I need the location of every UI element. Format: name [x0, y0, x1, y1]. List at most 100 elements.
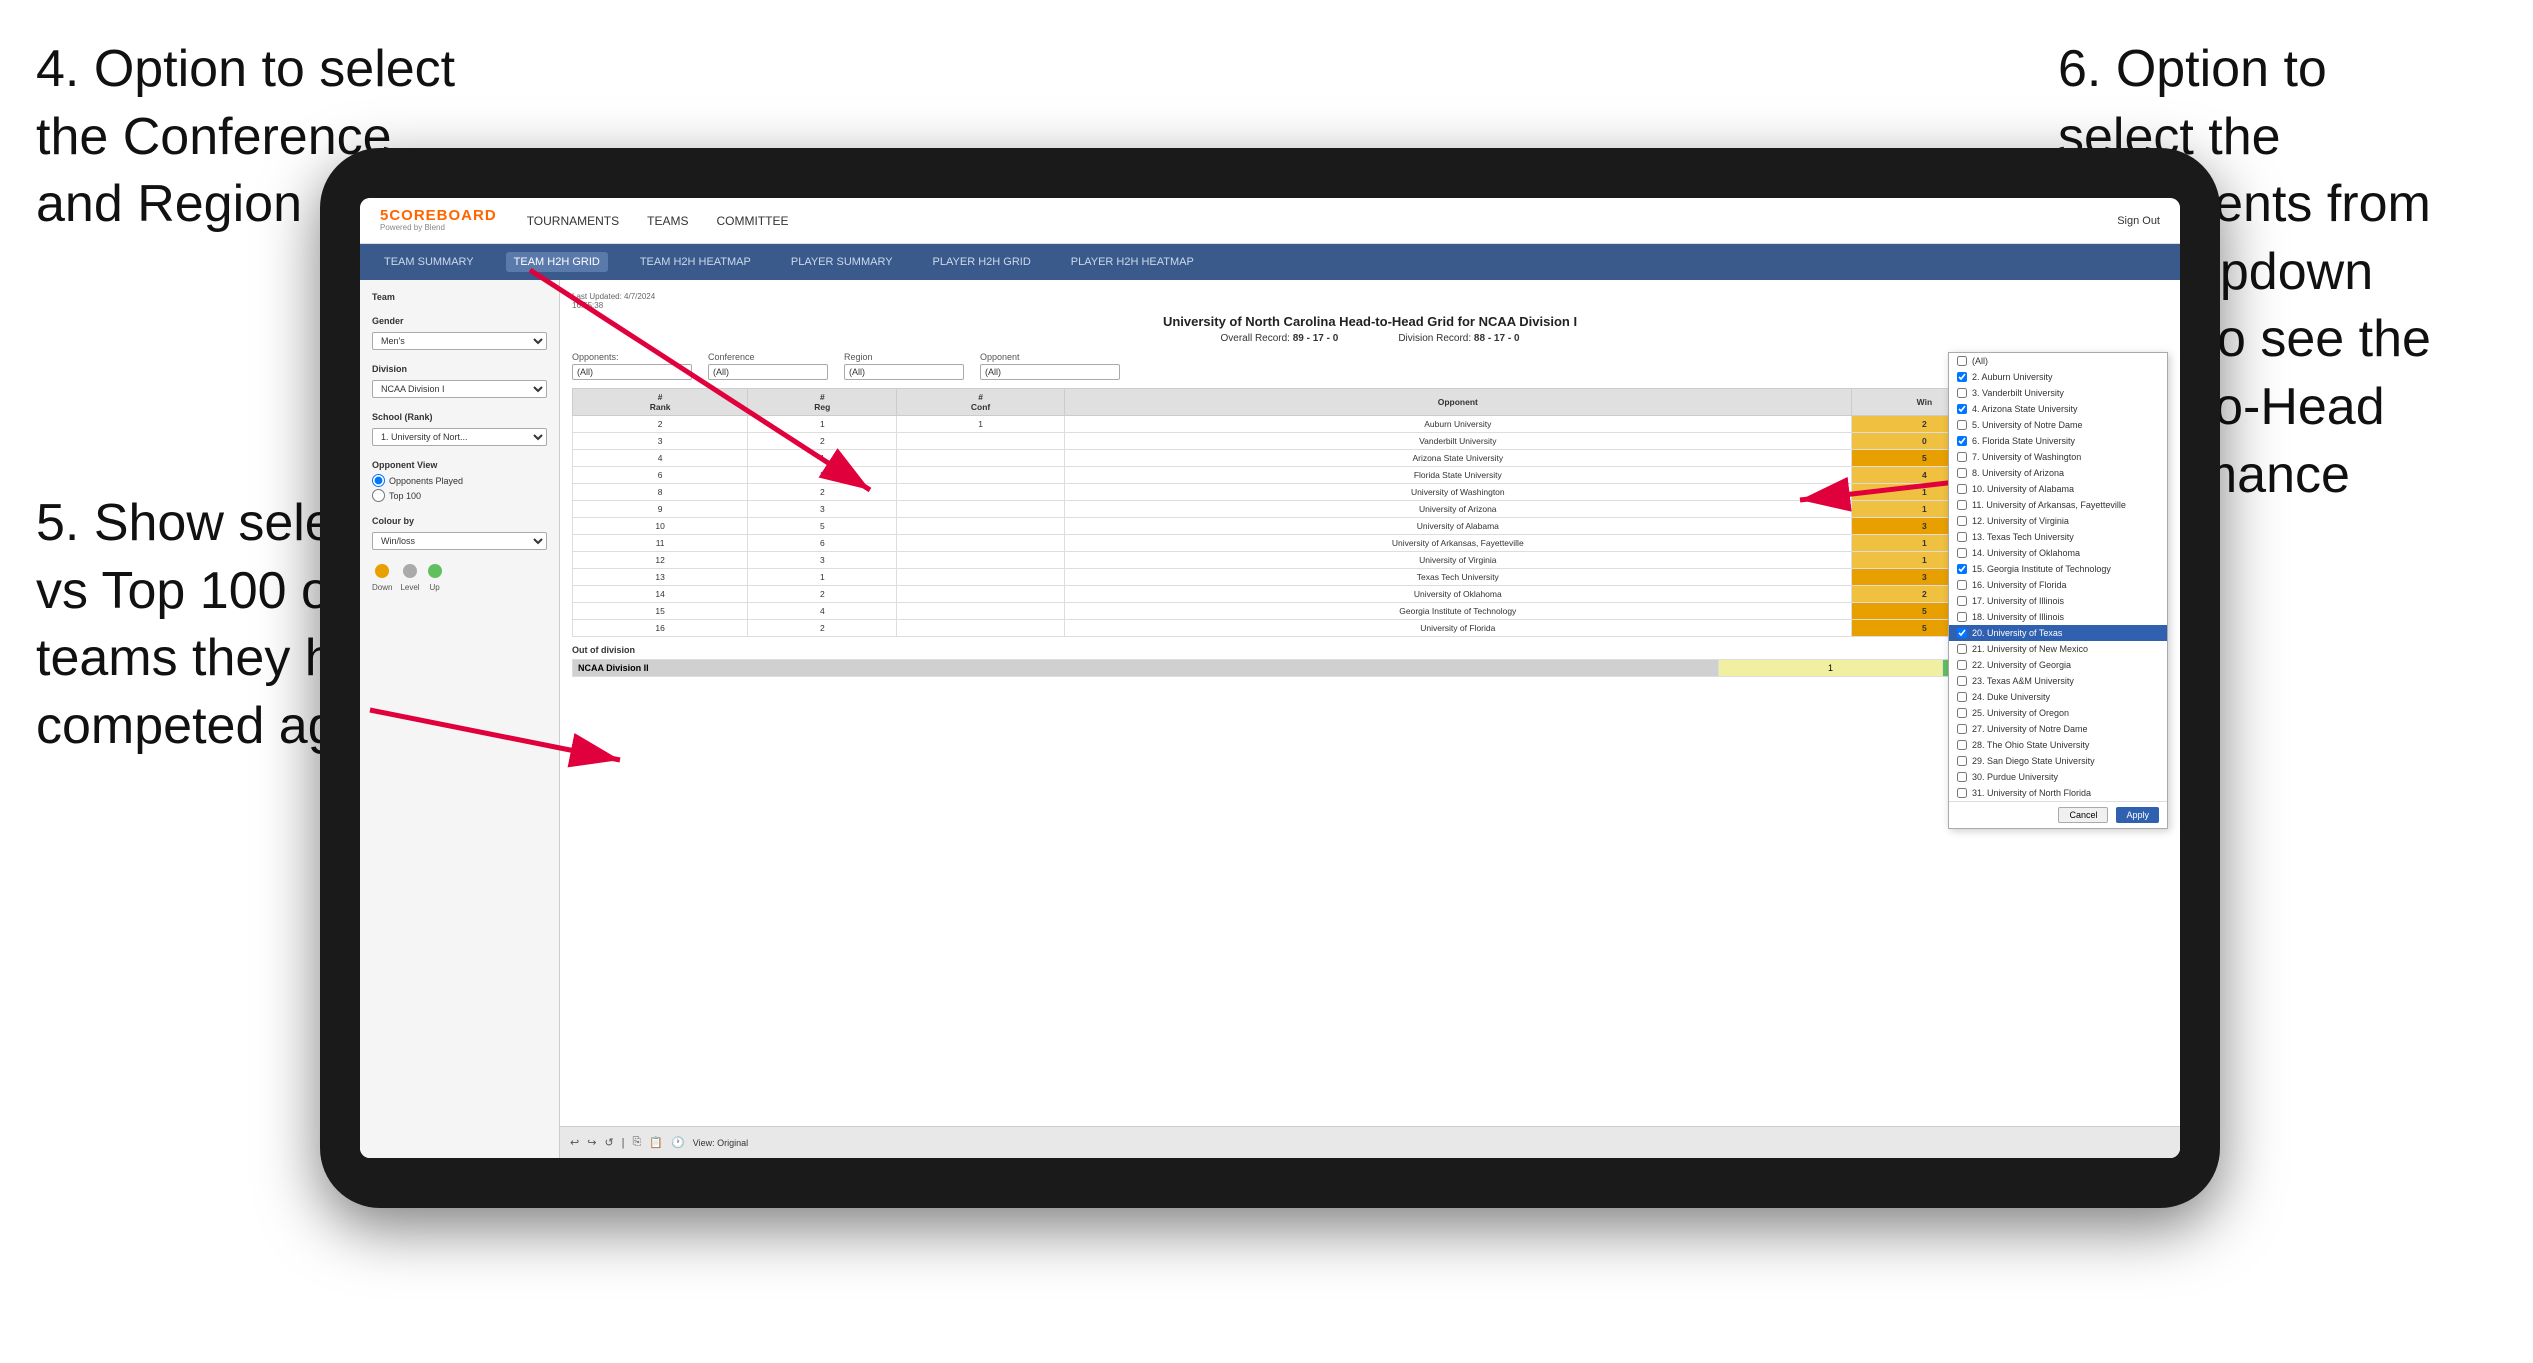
dropdown-item-label: 30. Purdue University	[1972, 772, 2058, 782]
paste-icon[interactable]: 📋	[649, 1136, 663, 1149]
dropdown-item[interactable]: 7. University of Washington	[1949, 449, 2167, 465]
cell-reg: 2	[748, 467, 897, 484]
dropdown-item[interactable]: 27. University of Notre Dame	[1949, 721, 2167, 737]
opponent-select[interactable]: (All)	[980, 364, 1120, 380]
tab-team-h2h-grid[interactable]: TEAM H2H GRID	[506, 252, 608, 272]
dropdown-checkbox[interactable]	[1957, 644, 1967, 654]
dropdown-item-label: 22. University of Georgia	[1972, 660, 2071, 670]
dropdown-checkbox[interactable]	[1957, 564, 1967, 574]
region-select[interactable]: (All)	[844, 364, 964, 380]
dropdown-checkbox[interactable]	[1957, 628, 1967, 638]
dropdown-checkbox[interactable]	[1957, 612, 1967, 622]
refresh-icon[interactable]: ↺	[604, 1136, 613, 1149]
dropdown-item[interactable]: 17. University of Illinois	[1949, 593, 2167, 609]
dropdown-item[interactable]: 13. Texas Tech University	[1949, 529, 2167, 545]
redo-icon[interactable]: ↪	[587, 1136, 596, 1149]
dropdown-item[interactable]: 28. The Ohio State University	[1949, 737, 2167, 753]
dropdown-item[interactable]: 11. University of Arkansas, Fayetteville	[1949, 497, 2167, 513]
school-select[interactable]: 1. University of Nort...	[372, 428, 547, 446]
dropdown-checkbox[interactable]	[1957, 596, 1967, 606]
dropdown-item[interactable]: 14. University of Oklahoma	[1949, 545, 2167, 561]
dropdown-item[interactable]: 23. Texas A&M University	[1949, 673, 2167, 689]
dropdown-checkbox[interactable]	[1957, 788, 1967, 798]
dropdown-item[interactable]: 20. University of Texas	[1949, 625, 2167, 641]
dropdown-item[interactable]: 6. Florida State University	[1949, 433, 2167, 449]
apply-button[interactable]: Apply	[2116, 807, 2159, 823]
dropdown-item[interactable]: 21. University of New Mexico	[1949, 641, 2167, 657]
tab-team-summary[interactable]: TEAM SUMMARY	[376, 252, 482, 272]
dropdown-checkbox[interactable]	[1957, 740, 1967, 750]
dropdown-item[interactable]: 31. University of North Florida	[1949, 785, 2167, 801]
nav-tournaments[interactable]: TOURNAMENTS	[527, 214, 619, 228]
dropdown-checkbox[interactable]	[1957, 580, 1967, 590]
dropdown-item[interactable]: 12. University of Virginia	[1949, 513, 2167, 529]
conference-select[interactable]: (All)	[708, 364, 828, 380]
dropdown-checkbox[interactable]	[1957, 372, 1967, 382]
dropdown-checkbox[interactable]	[1957, 420, 1967, 430]
dropdown-checkbox[interactable]	[1957, 772, 1967, 782]
th-reg: #Reg	[748, 389, 897, 416]
dropdown-checkbox[interactable]	[1957, 548, 1967, 558]
copy-icon[interactable]: ⎘	[633, 1136, 642, 1149]
dropdown-item[interactable]: 4. Arizona State University	[1949, 401, 2167, 417]
nav-sign-out[interactable]: Sign Out	[2117, 215, 2160, 227]
dropdown-item[interactable]: 24. Duke University	[1949, 689, 2167, 705]
dropdown-overlay: (All) 2. Auburn University3. Vanderbilt U…	[1948, 352, 2168, 829]
cancel-button[interactable]: Cancel	[2058, 807, 2108, 823]
dropdown-item-label: 20. University of Texas	[1972, 628, 2062, 638]
colour-by-select[interactable]: Win/loss	[372, 532, 547, 550]
tab-team-h2h-heatmap[interactable]: TEAM H2H HEATMAP	[632, 252, 759, 272]
dropdown-checkbox[interactable]	[1957, 692, 1967, 702]
radio-opponents-played[interactable]: Opponents Played	[372, 474, 547, 487]
dropdown-checkbox[interactable]	[1957, 436, 1967, 446]
opponents-select[interactable]: (All)	[572, 364, 692, 380]
dropdown-checkbox[interactable]	[1957, 484, 1967, 494]
gender-select[interactable]: Men's	[372, 332, 547, 350]
nav-committee[interactable]: COMMITTEE	[716, 214, 788, 228]
radio-opponents-played-input[interactable]	[372, 474, 385, 487]
dropdown-item[interactable]: 29. San Diego State University	[1949, 753, 2167, 769]
dropdown-checkbox[interactable]	[1957, 404, 1967, 414]
dropdown-checkbox[interactable]	[1957, 756, 1967, 766]
dropdown-item[interactable]: 3. Vanderbilt University	[1949, 385, 2167, 401]
dropdown-item-label: (All)	[1972, 356, 1988, 366]
tab-player-h2h-heatmap[interactable]: PLAYER H2H HEATMAP	[1063, 252, 1202, 272]
radio-top100[interactable]: Top 100	[372, 489, 547, 502]
undo-icon[interactable]: ↩	[570, 1136, 579, 1149]
dropdown-checkbox[interactable]	[1957, 452, 1967, 462]
dropdown-item[interactable]: 30. Purdue University	[1949, 769, 2167, 785]
dropdown-item[interactable]: 15. Georgia Institute of Technology	[1949, 561, 2167, 577]
dropdown-item[interactable]: 2. Auburn University	[1949, 369, 2167, 385]
table-row: 15 4 Georgia Institute of Technology 5 1	[573, 603, 2168, 620]
dropdown-checkbox[interactable]	[1957, 708, 1967, 718]
tab-player-h2h-grid[interactable]: PLAYER H2H GRID	[925, 252, 1039, 272]
dropdown-item[interactable]: 25. University of Oregon	[1949, 705, 2167, 721]
radio-top100-input[interactable]	[372, 489, 385, 502]
dropdown-checkbox[interactable]	[1957, 516, 1967, 526]
tab-player-summary[interactable]: PLAYER SUMMARY	[783, 252, 901, 272]
dropdown-checkbox[interactable]	[1957, 660, 1967, 670]
dropdown-item[interactable]: (All)	[1949, 353, 2167, 369]
dropdown-item[interactable]: 10. University of Alabama	[1949, 481, 2167, 497]
dropdown-item[interactable]: 5. University of Notre Dame	[1949, 417, 2167, 433]
cell-conf	[897, 450, 1064, 467]
division-select[interactable]: NCAA Division I	[372, 380, 547, 398]
dropdown-checkbox[interactable]	[1957, 388, 1967, 398]
dropdown-checkbox[interactable]	[1957, 500, 1967, 510]
dropdown-checkbox[interactable]	[1957, 724, 1967, 734]
dropdown-item[interactable]: 8. University of Arizona	[1949, 465, 2167, 481]
nav-teams[interactable]: TEAMS	[647, 214, 688, 228]
cell-rank: 4	[573, 450, 748, 467]
dropdown-checkbox[interactable]	[1957, 532, 1967, 542]
dropdown-item[interactable]: 18. University of Illinois	[1949, 609, 2167, 625]
cell-reg: 1	[748, 569, 897, 586]
dropdown-checkbox[interactable]	[1957, 676, 1967, 686]
dropdown-item[interactable]: 16. University of Florida	[1949, 577, 2167, 593]
dropdown-item-label: 24. Duke University	[1972, 692, 2050, 702]
record-row: Overall Record: 89 - 17 - 0 Division Rec…	[572, 333, 2168, 344]
dropdown-checkbox[interactable]	[1957, 356, 1967, 366]
table-row: 12 3 University of Virginia 1 0	[573, 552, 2168, 569]
out-div-row: NCAA Division II 1 0	[573, 660, 2168, 677]
dropdown-checkbox[interactable]	[1957, 468, 1967, 478]
dropdown-item[interactable]: 22. University of Georgia	[1949, 657, 2167, 673]
